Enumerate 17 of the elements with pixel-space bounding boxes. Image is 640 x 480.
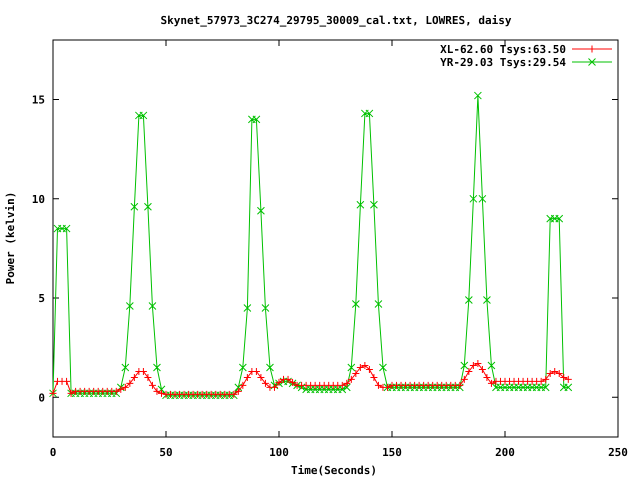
x-tick-label: 50 xyxy=(159,446,173,459)
y-tick-label: 0 xyxy=(38,391,45,404)
legend-label: YR-29.03 Tsys:29.54 xyxy=(440,56,566,69)
y-tick-label: 5 xyxy=(38,292,45,306)
x-tick-label: 0 xyxy=(50,446,56,459)
x-tick-label: 250 xyxy=(608,446,628,459)
x-tick-label: 200 xyxy=(495,446,515,459)
x-axis-label: Time(Seconds) xyxy=(290,464,378,477)
chart-title: Skynet_57973_3C274_29795_30009_cal.txt, LOWRES, daisy xyxy=(160,14,512,27)
legend-label: XL-62.60 Tsys:63.50 xyxy=(440,43,566,56)
y-tick-label: 10 xyxy=(32,192,45,206)
x-tick-label: 150 xyxy=(382,446,402,459)
legend-key xyxy=(572,58,612,66)
y-tick-label: 15 xyxy=(32,94,45,107)
x-tick-label: 100 xyxy=(269,446,289,459)
y-axis-label: Power (kelvin) xyxy=(4,192,17,284)
legend-key xyxy=(572,45,612,53)
